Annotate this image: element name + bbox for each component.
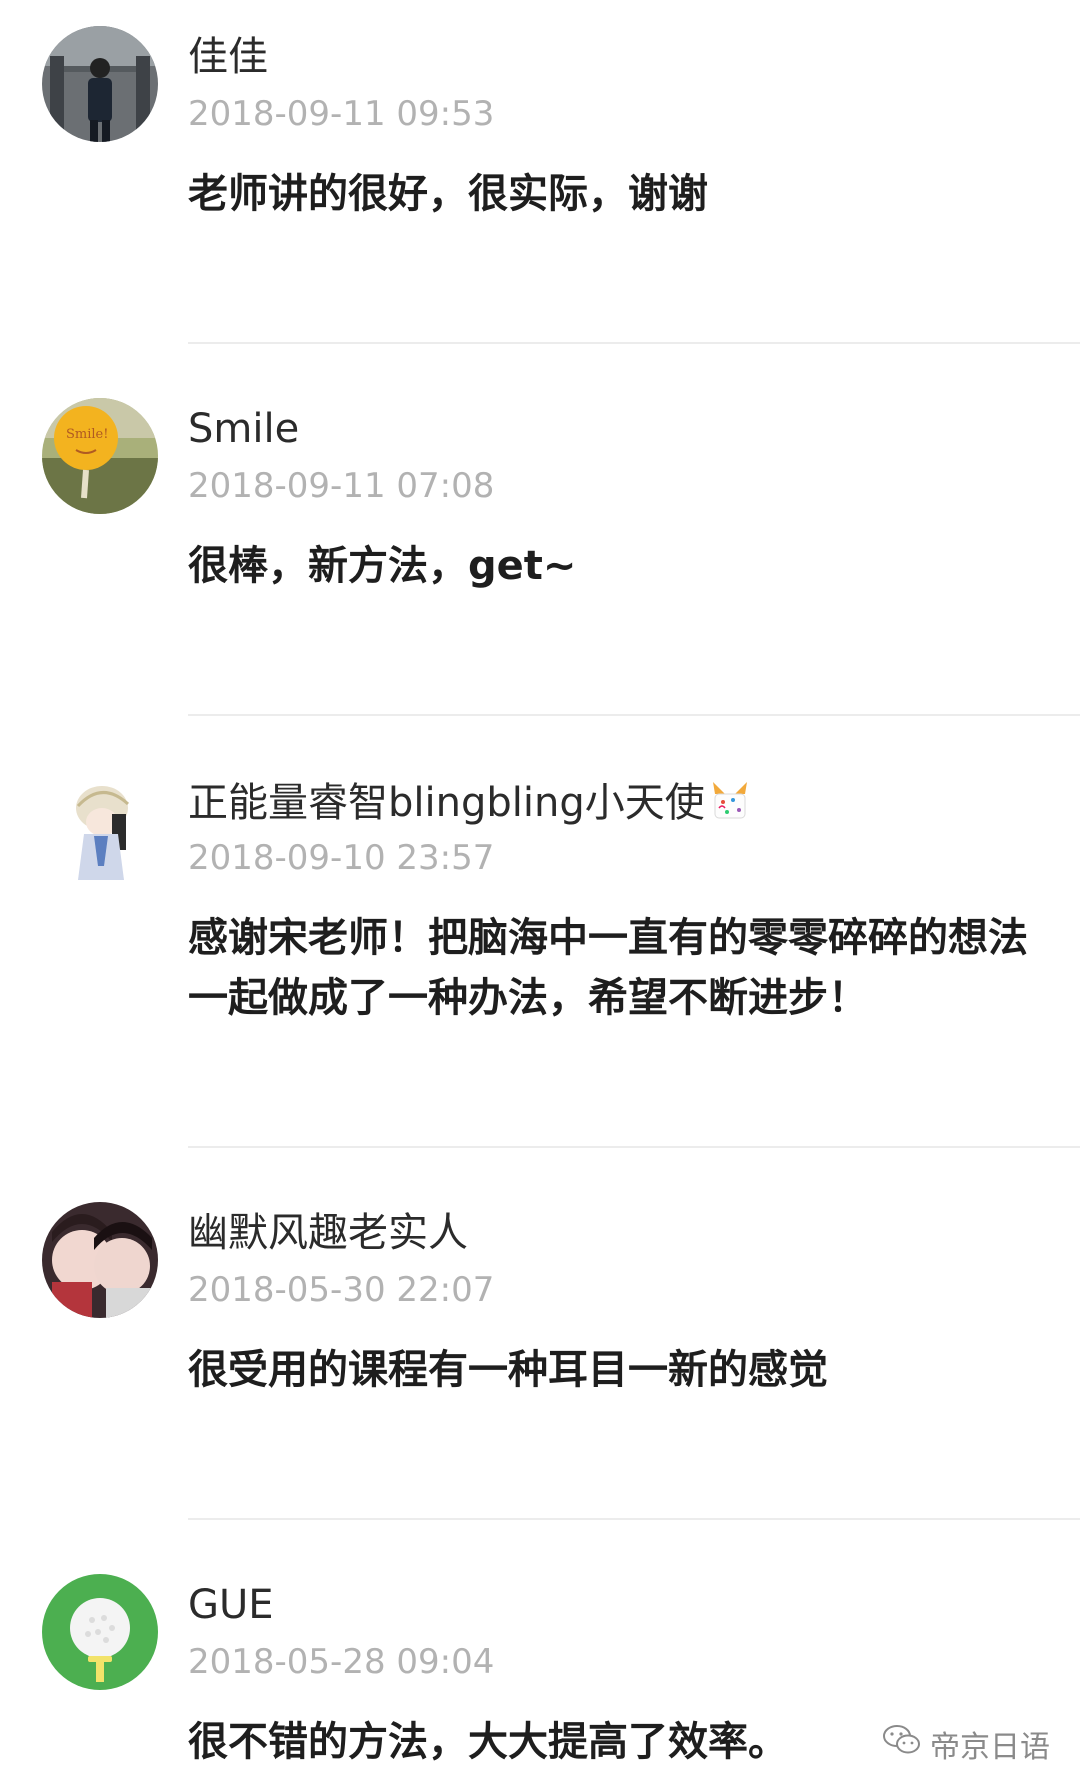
comment-author[interactable]: 佳佳 [188,32,268,82]
comment-author[interactable]: 正能量睿智blingbling小天使 [188,776,753,834]
comment-text: 很受用的课程有一种耳目一新的感觉 [188,1347,828,1393]
comment-text: 很棒，新方法，get~ [188,543,577,589]
photo-person-icon [42,26,158,142]
comment-text: 老师讲的很好，很实际，谢谢 [188,171,708,217]
comment-time: 2018-09-11 07:08 [188,466,495,506]
comment-time: 2018-05-28 09:04 [188,1642,495,1682]
avatar[interactable] [42,770,158,886]
smile-balloon-icon: Smile! [42,398,158,514]
divider [188,342,1080,344]
divider [188,1518,1080,1520]
wechat-icon [882,1723,922,1765]
avatar[interactable] [42,26,158,142]
divider [188,1146,1080,1148]
comment-author[interactable]: GUE [188,1580,274,1630]
svg-text:Smile!: Smile! [66,427,108,442]
comment-author[interactable]: Smile [188,404,299,454]
cartoon-character-icon [42,770,158,886]
avatar[interactable] [42,1202,158,1318]
comment-text: 感谢宋老师！把脑海中一直有的零零碎碎的想法一起做成了一种办法，希望不断进步！ [188,915,1028,1021]
comment-time: 2018-05-30 22:07 [188,1270,495,1310]
comment-time: 2018-09-11 09:53 [188,94,495,134]
avatar[interactable] [42,1574,158,1690]
watermark-text: 帝京日语 [930,1730,1050,1765]
divider [188,714,1080,716]
avatar[interactable]: Smile! [42,398,158,514]
watermark: 帝京日语 [882,1722,1050,1766]
comment-time: 2018-09-10 23:57 [188,838,495,878]
comment-author-name: 正能量睿智blingbling小天使 [188,780,705,826]
golf-ball-icon [42,1574,158,1690]
anime-couple-icon [42,1202,158,1318]
party-popper-icon [707,776,753,834]
comment-author[interactable]: 幽默风趣老实人 [188,1208,468,1258]
